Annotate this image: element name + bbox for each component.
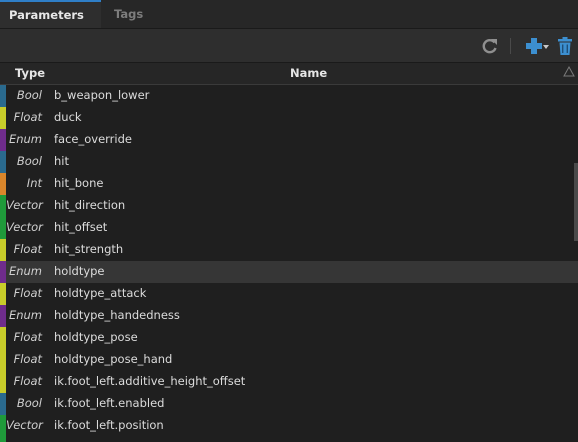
parameter-type: Enum bbox=[8, 308, 42, 322]
parameter-row[interactable] bbox=[0, 437, 578, 442]
parameter-row[interactable]: Float holdtype_pose bbox=[0, 327, 578, 349]
parameter-name: ik.foot_left.enabled bbox=[54, 396, 165, 410]
parameter-row[interactable]: Float ik.foot_left.additive_height_offset bbox=[0, 371, 578, 393]
parameter-row[interactable]: Float holdtype_attack bbox=[0, 283, 578, 305]
parameter-list: Bool b_weapon_lower Float duck Enum face_over… bbox=[0, 85, 578, 442]
parameter-name: hit_direction bbox=[54, 198, 126, 212]
refresh-icon[interactable] bbox=[480, 36, 500, 56]
parameter-row[interactable]: Vector hit_offset bbox=[0, 217, 578, 239]
parameter-type: Vector bbox=[6, 198, 43, 212]
type-color-swatch bbox=[0, 437, 6, 442]
parameter-name: face_override bbox=[54, 132, 132, 146]
parameter-name: duck bbox=[54, 110, 82, 124]
parameter-row[interactable]: Bool b_weapon_lower bbox=[0, 85, 578, 107]
parameter-type: Float bbox=[13, 352, 42, 366]
sort-arrow-icon[interactable] bbox=[563, 65, 575, 79]
parameter-type: Bool bbox=[16, 154, 42, 168]
parameter-type: Float bbox=[13, 242, 42, 256]
parameter-type: Float bbox=[13, 374, 42, 388]
parameter-type: Vector bbox=[6, 418, 43, 432]
column-header-name[interactable]: Name bbox=[290, 66, 327, 80]
parameter-name: hit_strength bbox=[54, 242, 124, 256]
parameter-type: Bool bbox=[16, 396, 42, 410]
parameter-type: Enum bbox=[8, 132, 42, 146]
parameter-type: Bool bbox=[16, 88, 42, 102]
parameter-row[interactable]: Enum holdtype_handedness bbox=[0, 305, 578, 327]
scrollbar[interactable] bbox=[574, 163, 578, 241]
parameter-name: ik.foot_left.additive_height_offset bbox=[54, 374, 246, 388]
parameter-row[interactable]: Float duck bbox=[0, 107, 578, 129]
parameter-row[interactable]: Enum face_override bbox=[0, 129, 578, 151]
parameter-name: hit_bone bbox=[54, 176, 104, 190]
parameter-name: holdtype bbox=[54, 264, 105, 278]
parameter-row[interactable]: Vector hit_direction bbox=[0, 195, 578, 217]
add-parameter-icon[interactable] bbox=[524, 36, 550, 56]
parameter-name: holdtype_pose bbox=[54, 330, 138, 344]
parameter-type: Float bbox=[13, 110, 42, 124]
parameter-name: holdtype_attack bbox=[54, 286, 147, 300]
tab-parameters[interactable]: Parameters bbox=[0, 0, 101, 28]
parameter-row[interactable]: Float holdtype_pose_hand bbox=[0, 349, 578, 371]
parameter-type: Int bbox=[26, 176, 42, 190]
tab-bar: Parameters Tags bbox=[0, 0, 578, 29]
parameter-name: hit bbox=[54, 154, 69, 168]
tab-tags[interactable]: Tags bbox=[114, 0, 143, 28]
parameter-name: hit_offset bbox=[54, 220, 108, 234]
parameter-row[interactable]: Int hit_bone bbox=[0, 173, 578, 195]
column-header-type[interactable]: Type bbox=[15, 66, 45, 80]
parameter-type: Vector bbox=[6, 220, 43, 234]
column-header: Type Name bbox=[0, 63, 578, 85]
parameter-name: ik.foot_left.position bbox=[54, 418, 164, 432]
toolbar-separator bbox=[510, 38, 511, 54]
parameter-type: Float bbox=[13, 286, 42, 300]
parameter-row[interactable]: Vector ik.foot_left.position bbox=[0, 415, 578, 437]
parameter-type: Enum bbox=[8, 264, 42, 278]
parameter-name: b_weapon_lower bbox=[54, 88, 150, 102]
delete-icon[interactable] bbox=[555, 36, 575, 56]
parameter-name: holdtype_pose_hand bbox=[54, 352, 173, 366]
parameter-row[interactable]: Bool ik.foot_left.enabled bbox=[0, 393, 578, 415]
parameter-type: Float bbox=[13, 330, 42, 344]
parameter-row[interactable]: Float hit_strength bbox=[0, 239, 578, 261]
parameter-name: holdtype_handedness bbox=[54, 308, 180, 322]
parameter-row[interactable]: Enum holdtype bbox=[0, 261, 578, 283]
parameter-row[interactable]: Bool hit bbox=[0, 151, 578, 173]
toolbar bbox=[0, 29, 578, 63]
